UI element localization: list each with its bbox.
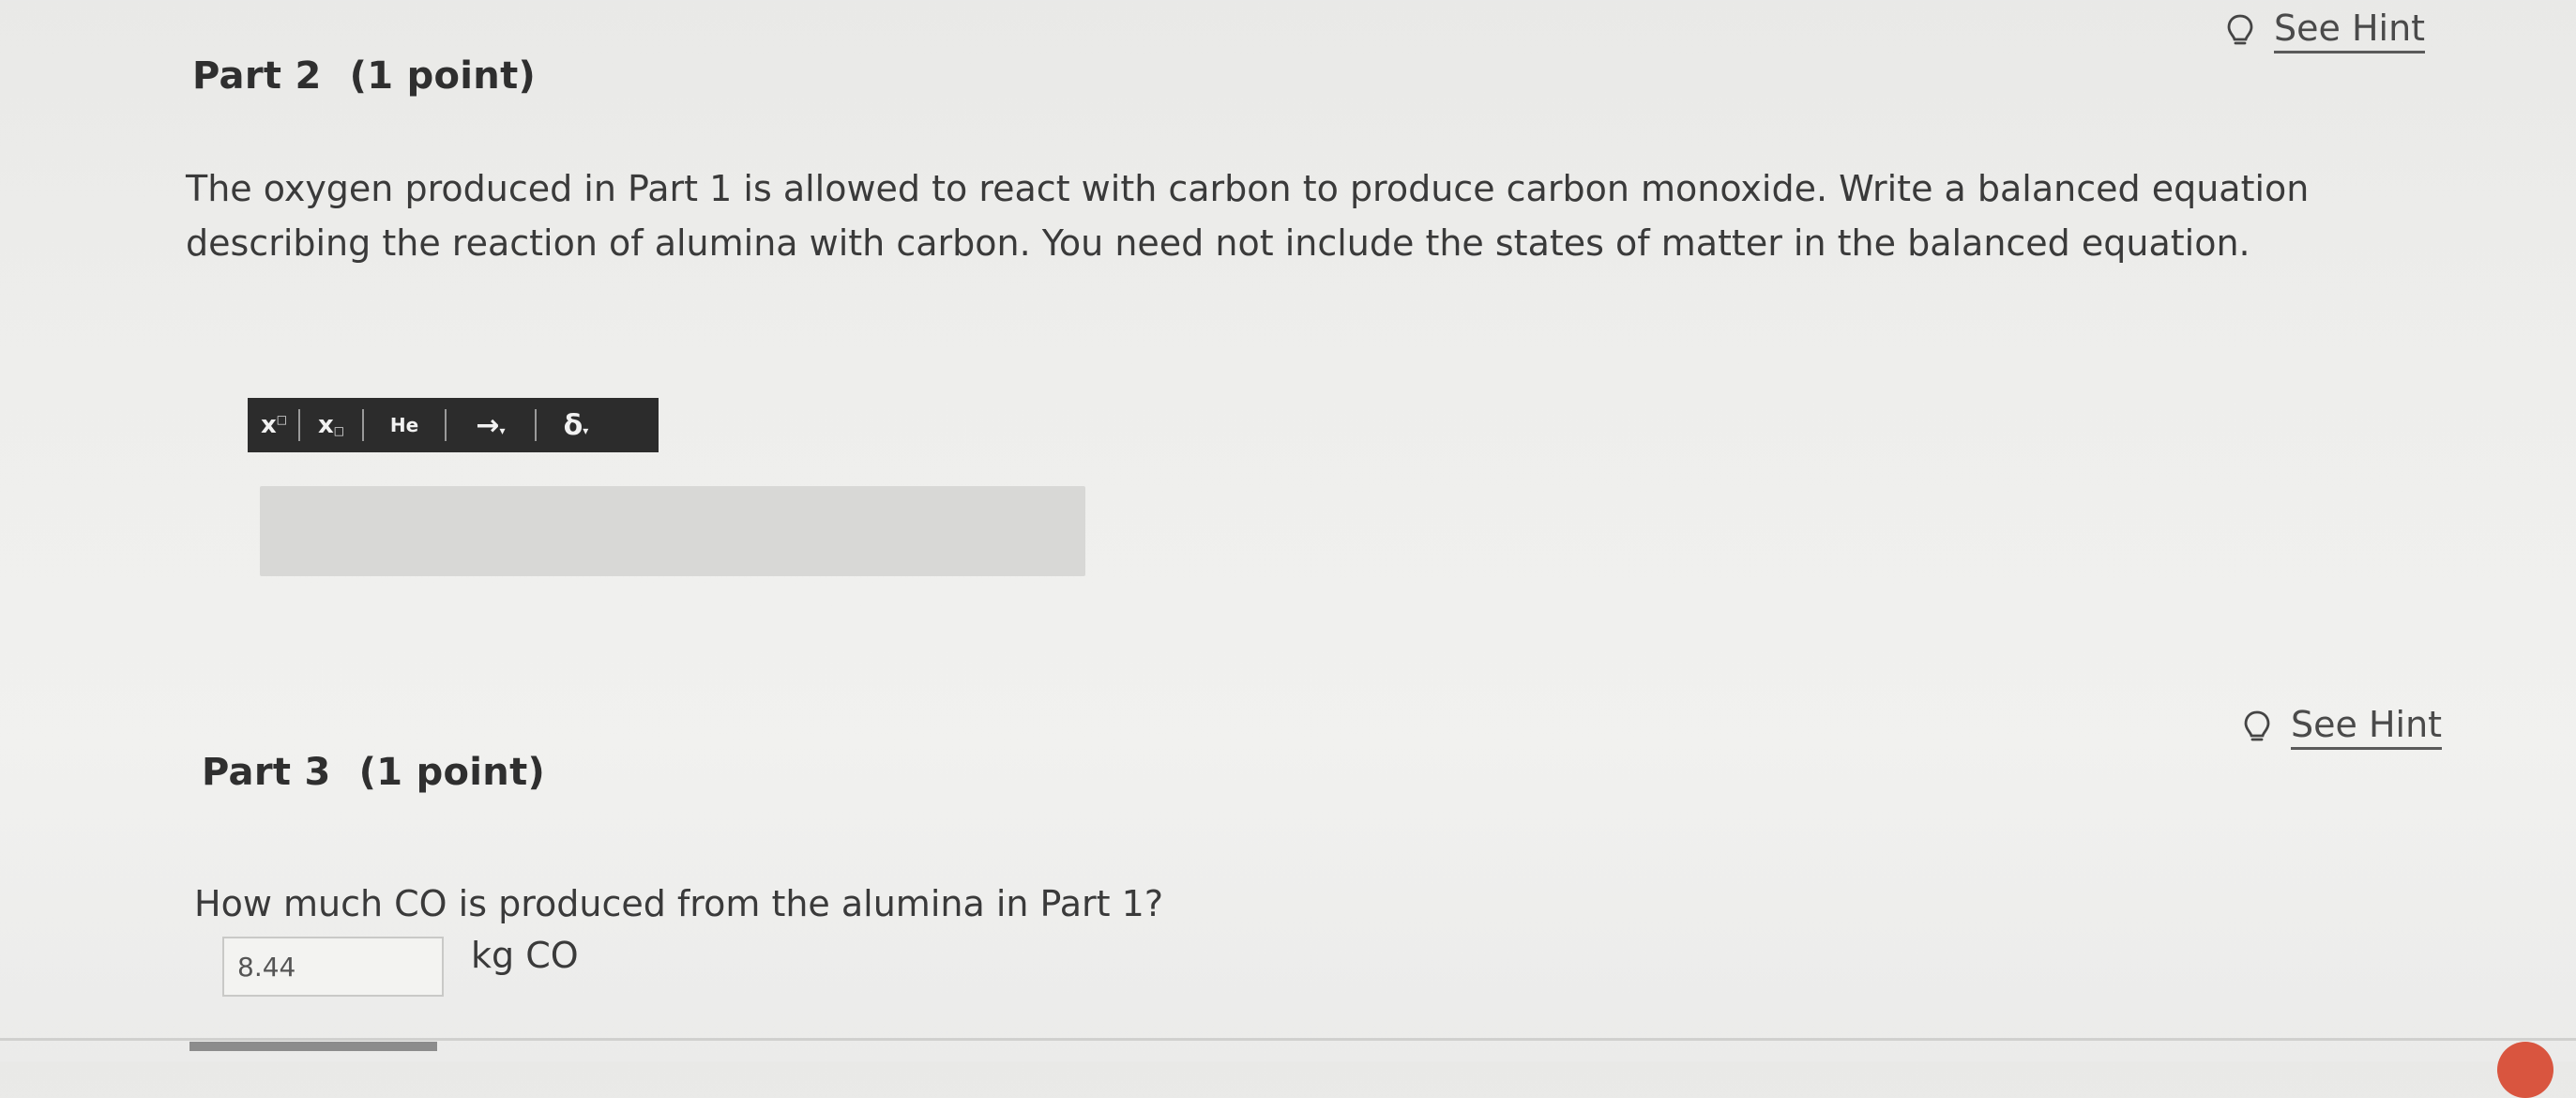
element-label: He — [389, 414, 419, 436]
subscript-label: x — [317, 411, 334, 439]
scroll-indicator — [189, 1042, 437, 1051]
delta-label: δ — [563, 408, 583, 442]
unit-label: kg CO — [471, 935, 579, 976]
part2-see-hint-label: See Hint — [2274, 8, 2426, 53]
lightbulb-icon — [2227, 14, 2253, 44]
part3-title: Part 3 (1 point) — [202, 751, 545, 794]
part3-question-text: How much CO is produced from the alumina… — [194, 883, 1163, 924]
section-divider — [0, 1038, 2576, 1041]
lightbulb-icon — [2244, 710, 2270, 740]
equation-answer-field[interactable] — [260, 486, 1085, 576]
co-mass-input[interactable]: 8.44 — [222, 937, 444, 997]
toolbar-divider — [362, 409, 364, 441]
co-mass-input-value: 8.44 — [237, 951, 296, 983]
superscript-label: x — [260, 411, 277, 439]
part3-points: (1 point) — [358, 751, 546, 794]
page: Part 2 (1 point) See Hint The oxygen prod… — [0, 0, 2576, 1098]
notification-badge[interactable] — [2497, 1042, 2553, 1098]
part2-title: Part 2 (1 point) — [192, 54, 536, 98]
part2-title-text: Part 2 — [192, 54, 322, 98]
part3-see-hint-button[interactable]: See Hint — [2244, 704, 2443, 750]
toolbar-divider — [298, 409, 300, 441]
part2-points: (1 point) — [349, 54, 537, 98]
element-button[interactable]: He — [368, 398, 441, 452]
toolbar-divider — [445, 409, 447, 441]
equation-toolbar: x □ x □ He → ▾ δ ▾ — [248, 398, 659, 452]
toolbar-divider — [535, 409, 537, 441]
part3-title-text: Part 3 — [202, 751, 331, 794]
arrow-label: → — [476, 408, 500, 442]
part3-see-hint-label: See Hint — [2291, 704, 2443, 750]
subscript-button[interactable]: x □ — [304, 398, 358, 452]
reaction-arrow-button[interactable]: → ▾ — [450, 398, 531, 452]
part2-question-text: The oxygen produced in Part 1 is allowed… — [186, 168, 2310, 264]
delta-button[interactable]: δ ▾ — [540, 398, 612, 452]
part2-see-hint-button[interactable]: See Hint — [2227, 8, 2426, 53]
superscript-button[interactable]: x □ — [253, 398, 295, 452]
